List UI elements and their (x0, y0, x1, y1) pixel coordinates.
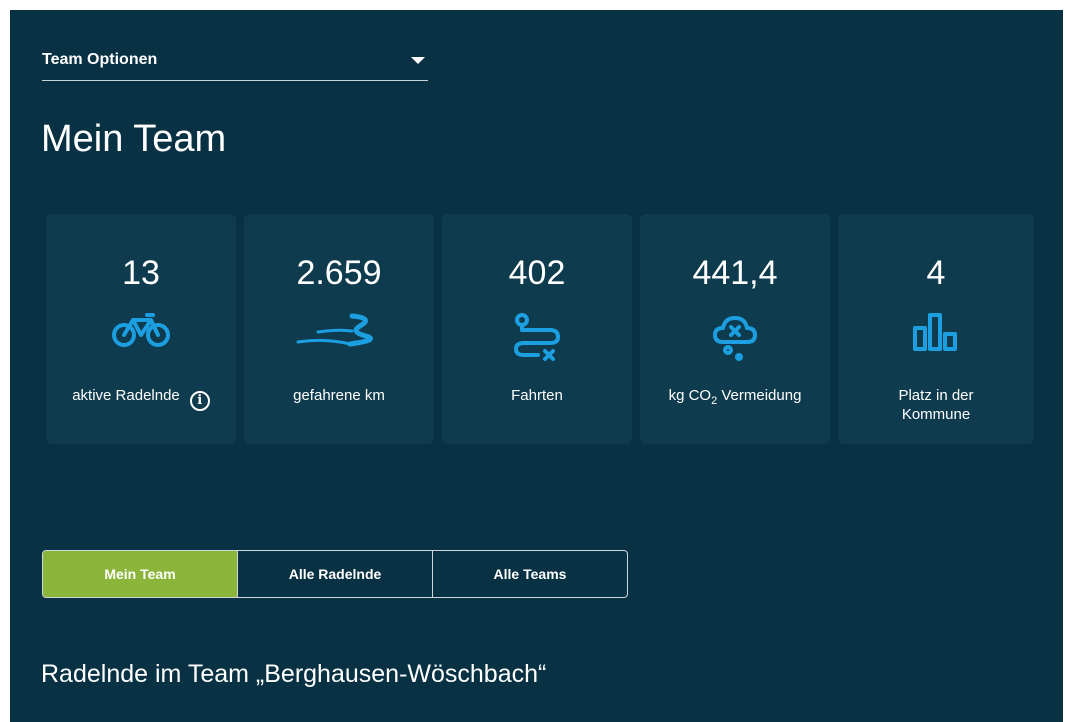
team-options-dropdown[interactable]: Team Optionen (42, 40, 428, 81)
tab-mein-team[interactable]: Mein Team (43, 551, 238, 597)
stat-label-text: aktive Radelnde (72, 387, 180, 404)
bicycle-icon (111, 312, 171, 353)
stat-label-line: Kommune (901, 406, 971, 423)
route-icon (512, 312, 562, 367)
view-tabs: Mein Team Alle Radelnde Alle Teams (42, 550, 628, 598)
stat-label-part: Vermeidung (717, 387, 802, 404)
tab-alle-teams[interactable]: Alle Teams (433, 551, 627, 597)
team-panel: Team Optionen Mein Team 13 aktive Radeln… (10, 10, 1063, 722)
tab-alle-radelnde[interactable]: Alle Radelnde (238, 551, 433, 597)
stat-value: 4 (926, 254, 946, 292)
stat-card-km: 2.659 gefahrene km (244, 214, 434, 444)
stat-label: Fahrten (511, 387, 563, 404)
stat-value: 2.659 (296, 254, 382, 292)
team-options-label: Team Optionen (42, 51, 158, 68)
stat-label: Platz in der Kommune (844, 386, 1028, 424)
bar-ranking-icon (911, 312, 961, 357)
stat-value: 402 (508, 254, 566, 292)
stat-card-trips: 402 Fahrten (442, 214, 632, 444)
stat-card-co2: 441,4 kg CO2 Vermeidung (640, 214, 830, 444)
stat-card-active-riders: 13 aktive Radelnde i (46, 214, 236, 444)
info-icon[interactable]: i (189, 391, 210, 411)
stat-card-rank: 4 Platz in der Kommune (838, 214, 1034, 444)
stat-label-line: Platz in der (898, 387, 974, 404)
stat-value: 441,4 (692, 254, 778, 292)
page-title: Mein Team (41, 118, 227, 160)
section-title: Radelnde im Team „Berghausen-Wöschbach“ (41, 660, 547, 688)
stat-value: 13 (122, 254, 160, 292)
stat-label: gefahrene km (293, 387, 385, 404)
road-curve-icon (294, 312, 384, 353)
chevron-down-icon (411, 57, 425, 64)
stat-label-part: kg CO (668, 387, 712, 404)
stat-label: kg CO2 Vermeidung (646, 386, 824, 407)
stat-label: aktive Radelnde i (52, 386, 230, 411)
cloud-co2-icon (710, 312, 760, 367)
